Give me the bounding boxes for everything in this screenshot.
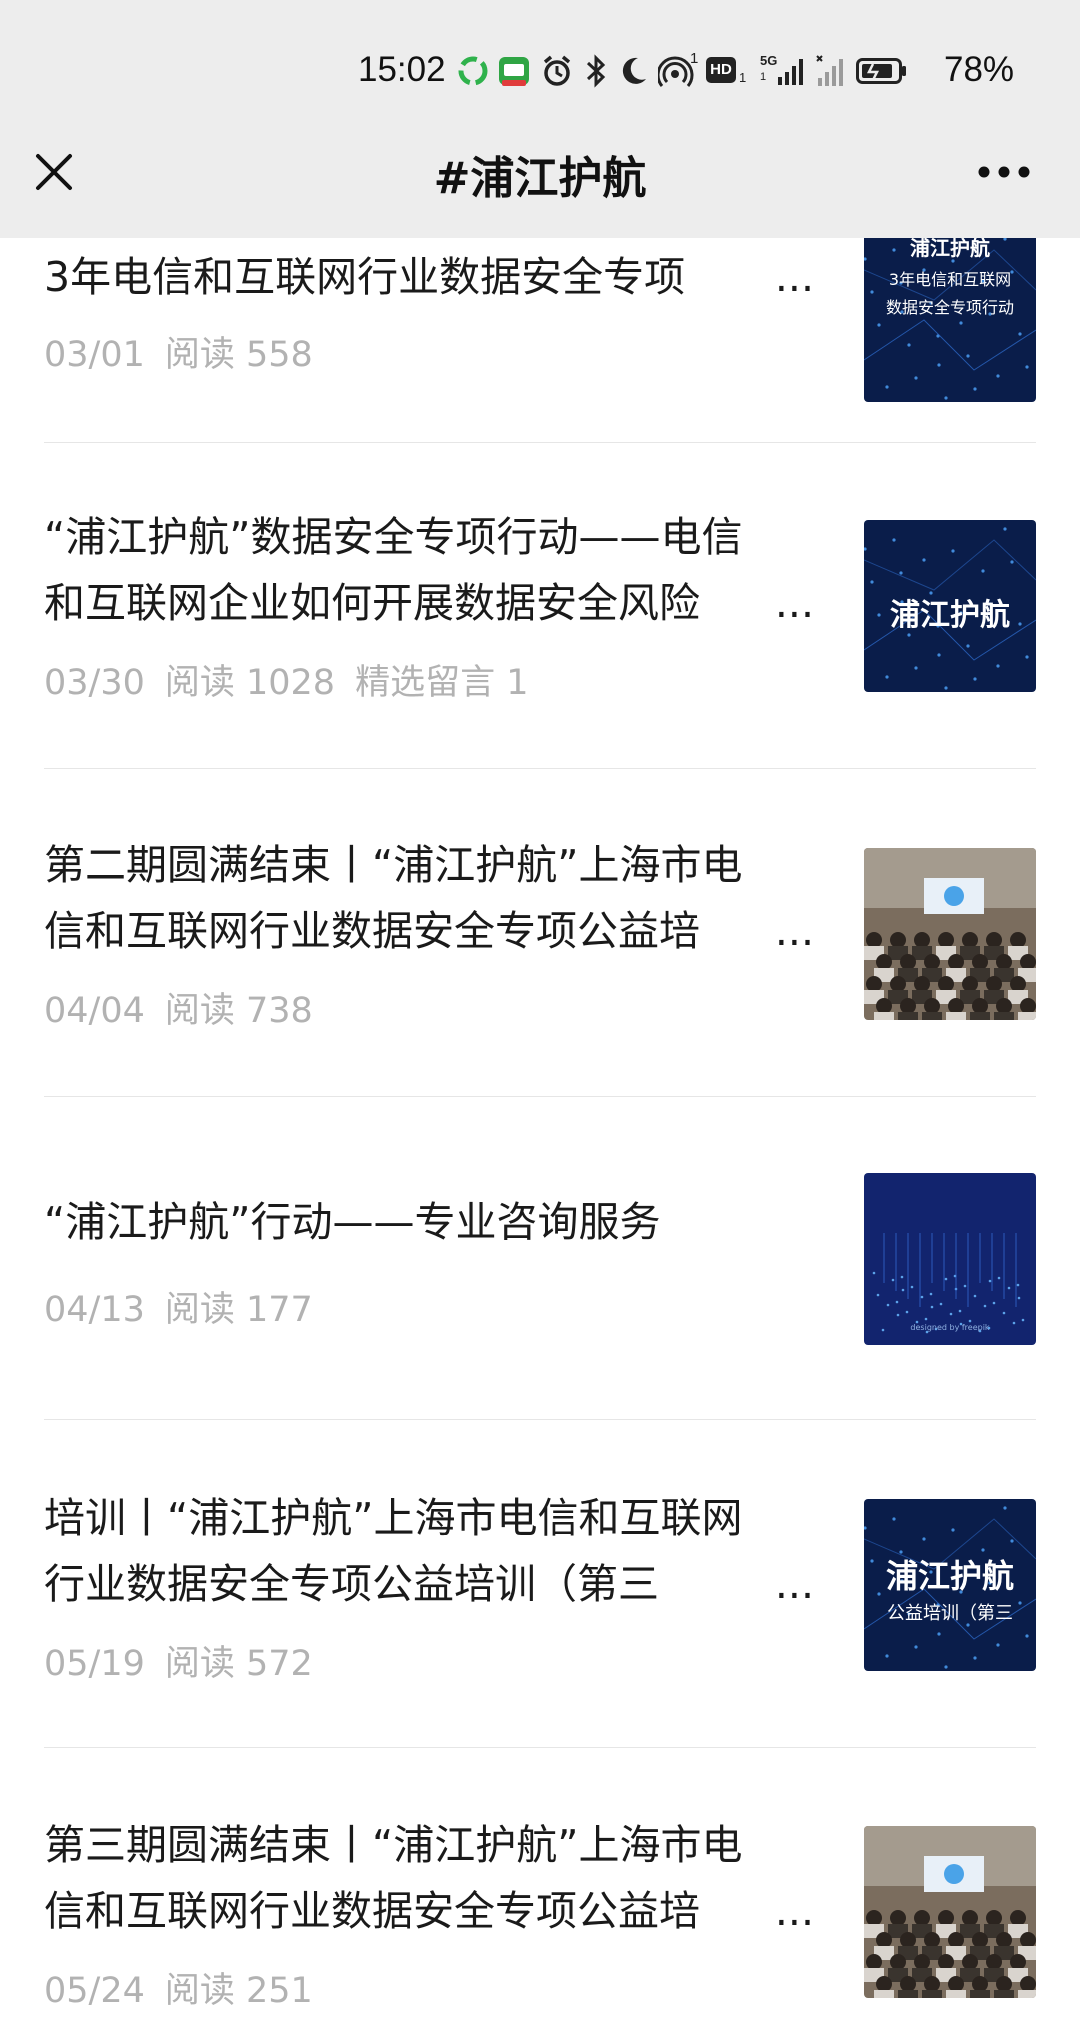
list-item[interactable]: “浦江护航”行动——专业咨询服务 04/13 阅读 177 designed by f… — [44, 1173, 1036, 1345]
article-title: 培训丨“浦江护航”上海市电信和互联网行业数据安全专项公益培训（第三... — [44, 1485, 814, 1617]
article-title: 第二期圆满结束丨“浦江护航”上海市电信和互联网行业数据安全专项公益培... — [44, 832, 814, 964]
article-reads: 阅读 177 — [164, 1290, 313, 1330]
ellipsis: ... — [766, 898, 814, 964]
ellipsis: ... — [766, 244, 814, 310]
article-meta: 04/04 阅读 738 — [44, 982, 333, 1033]
list-item[interactable]: 第二期圆满结束丨“浦江护航”上海市电信和互联网行业数据安全专项公益培... 04/… — [44, 832, 1036, 1032]
ellipsis: ... — [766, 1878, 814, 1944]
signal-5g-group: 5G 1 — [760, 53, 806, 89]
article-title-line: “浦江护航”行动——专业咨询服务 — [44, 1198, 661, 1246]
alarm-icon — [543, 55, 571, 86]
article-meta: 05/24 阅读 251 — [44, 1962, 333, 2013]
article-title-line: 培训丨“浦江护航”上海市电信和互联网 — [44, 1494, 743, 1542]
article-meta: 05/19 阅读 572 — [44, 1635, 333, 1686]
article-title: “浦江护航”数据安全专项行动——电信和互联网企业如何开展数据安全风险... — [44, 504, 814, 636]
battery-percentage: 78% — [944, 50, 1015, 89]
header: 15:02 1 HD 1 5G 1 78% #浦江护航 — [0, 0, 1080, 238]
article-title-line: 和互联网企业如何开展数据安全风险... — [44, 570, 814, 636]
article-date: 03/01 — [44, 335, 145, 375]
article-thumbnail[interactable]: 浦江护航 — [864, 520, 1036, 692]
article-date: 05/19 — [44, 1644, 145, 1684]
thumb-text: 数据安全专项行动 — [885, 298, 1014, 317]
article-extra: 精选留言 1 — [355, 663, 529, 703]
nav-bar: #浦江护航 — [0, 120, 1080, 238]
app-badge-icon — [499, 57, 529, 86]
article-thumbnail[interactable]: 浦江护航 3年电信和互联网 数据安全专项行动 — [864, 230, 1036, 402]
hotspot-group: 1 — [658, 50, 698, 88]
thumb-text: 3年电信和互联网 — [888, 270, 1012, 289]
list-item[interactable]: “浦江护航”数据安全专项行动——电信和互联网企业如何开展数据安全风险... 03/… — [44, 504, 1036, 704]
article-thumbnail[interactable]: 浦江护航公益培训（第三 — [864, 1499, 1036, 1671]
article-title-line: 行业数据安全专项公益培训（第三... — [44, 1551, 814, 1617]
article-date: 03/30 — [44, 663, 145, 703]
article-thumbnail[interactable] — [864, 1826, 1036, 1998]
thumb-text: 公益培训（第三 — [887, 1603, 1013, 1624]
page-title: #浦江护航 — [433, 153, 647, 204]
article-title-line: 第二期圆满结束丨“浦江护航”上海市电 — [44, 841, 743, 889]
article-meta: 04/13 阅读 177 — [44, 1281, 333, 1332]
article-title-line: 3年电信和互联网行业数据安全专项... — [44, 244, 814, 310]
article-title-line: 信和互联网行业数据安全专项公益培... — [44, 898, 814, 964]
signal-5g-icon — [778, 59, 803, 85]
article-reads: 阅读 1028 — [164, 663, 336, 703]
hd-icon: HD — [706, 57, 736, 83]
article-date: 05/24 — [44, 1971, 145, 2011]
article-date: 04/13 — [44, 1290, 145, 1330]
article-meta: 03/01 阅读 558 — [44, 326, 333, 377]
article-title-line: 第三期圆满结束丨“浦江护航”上海市电 — [44, 1821, 743, 1869]
moon-icon — [622, 57, 646, 84]
thumb-text: 浦江护航 — [890, 598, 1010, 633]
bluetooth-icon — [586, 54, 606, 88]
thumb-text: 浦江护航 — [885, 1557, 1014, 1595]
net-sub: 1 — [760, 71, 767, 83]
article-reads: 阅读 572 — [164, 1644, 313, 1684]
divider — [44, 1096, 1036, 1097]
divider — [44, 1419, 1036, 1420]
article-reads: 阅读 738 — [164, 991, 313, 1031]
article-title: 3年电信和互联网行业数据安全专项... — [44, 244, 814, 310]
list-item[interactable]: 培训丨“浦江护航”上海市电信和互联网行业数据安全专项公益培训（第三... 05/1… — [44, 1485, 1036, 1685]
hotspot-badge: 1 — [690, 50, 699, 67]
ellipsis: ... — [766, 570, 814, 636]
thumb-caption: designed by freepik — [910, 1323, 990, 1332]
hd-sub: 1 — [739, 70, 747, 85]
battery-icon — [856, 58, 906, 84]
article-title-line: 信和互联网行业数据安全专项公益培... — [44, 1878, 814, 1944]
list-item[interactable]: 第三期圆满结束丨“浦江护航”上海市电信和互联网行业数据安全专项公益培... 05/… — [44, 1812, 1036, 2012]
article-thumbnail[interactable] — [864, 848, 1036, 1020]
article-title-line: “浦江护航”数据安全专项行动——电信 — [44, 513, 743, 561]
divider — [44, 442, 1036, 443]
status-time: 15:02 — [358, 50, 446, 89]
net-label: 5G — [760, 53, 778, 68]
list-item[interactable]: 3年电信和互联网行业数据安全专项... 03/01 阅读 558 浦江护航 3年电信和互… — [44, 230, 1036, 402]
recycle-app-icon — [458, 56, 488, 86]
signal-icon — [816, 55, 843, 86]
article-reads: 阅读 251 — [164, 1971, 313, 2011]
article-date: 04/04 — [44, 991, 145, 1031]
article-thumbnail[interactable]: designed by freepik — [864, 1173, 1036, 1345]
article-list: 3年电信和互联网行业数据安全专项... 03/01 阅读 558 浦江护航 3年电信和互… — [0, 0, 1080, 2033]
article-title: “浦江护航”行动——专业咨询服务 — [44, 1189, 814, 1255]
ellipsis: ... — [766, 1551, 814, 1617]
divider — [44, 1747, 1036, 1748]
more-icon[interactable] — [976, 160, 1032, 184]
article-title: 第三期圆满结束丨“浦江护航”上海市电信和互联网行业数据安全专项公益培... — [44, 1812, 814, 1944]
status-icons: 1 HD 1 5G 1 — [458, 48, 908, 94]
divider — [44, 768, 1036, 769]
hd-group: HD 1 — [706, 54, 750, 88]
article-meta: 03/30 阅读 1028 精选留言 1 — [44, 654, 548, 705]
article-reads: 阅读 558 — [164, 335, 313, 375]
